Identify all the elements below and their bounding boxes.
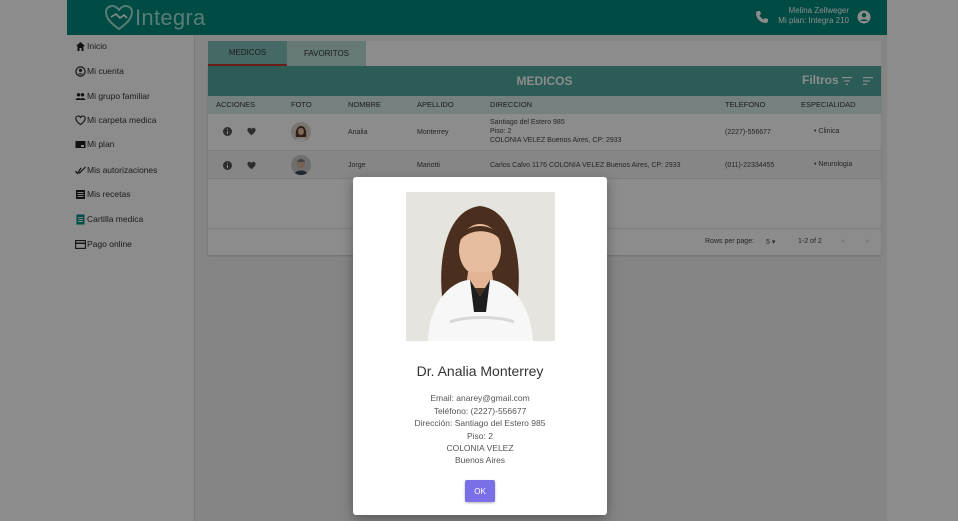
modal-backdrop[interactable]: Dr. Analia Monterrey Email: anarey@gmail… bbox=[0, 0, 958, 521]
ok-button[interactable]: OK bbox=[465, 480, 495, 502]
doctor-email: Email: anarey@gmail.com bbox=[430, 393, 530, 403]
doctor-name: Dr. Analia Monterrey bbox=[416, 363, 544, 379]
doctor-phone: Teléfono: (2227)-556677 bbox=[433, 406, 527, 416]
doctor-locality: COLONIA VELEZ bbox=[446, 443, 514, 453]
doctor-address: Dirección: Santiago del Estero 985 bbox=[414, 418, 546, 428]
doctor-province: Buenos Aires bbox=[454, 455, 506, 465]
doctor-photo bbox=[406, 192, 555, 341]
doctor-floor: Piso: 2 bbox=[467, 431, 493, 441]
doctor-detail-dialog: Dr. Analia Monterrey Email: anarey@gmail… bbox=[353, 177, 607, 515]
